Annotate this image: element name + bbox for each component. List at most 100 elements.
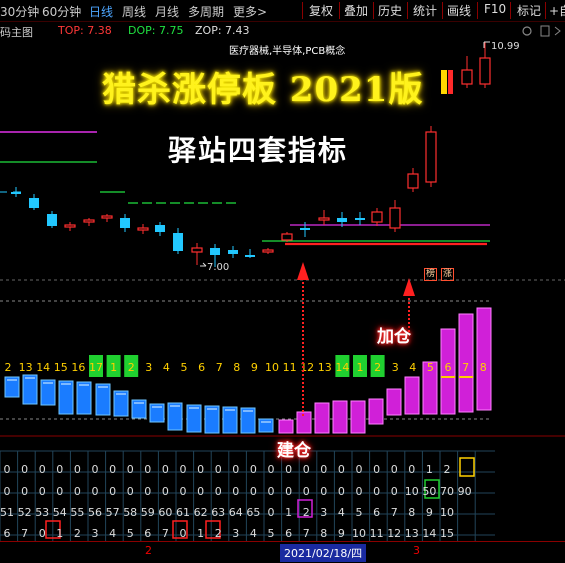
counter-label: 14 [335, 361, 349, 374]
selected-date[interactable]: 2021/02/18/四 [280, 544, 367, 562]
histogram-bar-negative [95, 383, 111, 416]
grid-cell: 5 [267, 527, 275, 540]
counter-label: 1 [357, 361, 364, 374]
histogram-bar-positive [314, 402, 330, 434]
histogram-bar-positive [476, 307, 492, 411]
grid-cell: 0 [232, 485, 240, 498]
month-mark-right: 3 [413, 544, 420, 557]
grid-cell: 65 [246, 506, 261, 519]
histogram-bar-negative [167, 402, 183, 431]
candle [300, 222, 310, 237]
grid-cell: 0 [38, 463, 46, 476]
grid-cell: 0 [267, 506, 275, 519]
counter-label: 2 [5, 361, 12, 374]
grid-cell: 0 [214, 485, 222, 498]
f10-button[interactable]: F10 [481, 1, 509, 19]
grid-cell: 0 [249, 485, 257, 498]
candle [407, 168, 419, 192]
grid-cell: 0 [214, 463, 222, 476]
histogram-bar-negative [222, 406, 238, 434]
grid-cell: 0 [73, 463, 81, 476]
candle [173, 228, 183, 254]
candle [355, 212, 365, 225]
candle [228, 246, 238, 258]
candle [425, 126, 437, 187]
stats-button[interactable]: 统计 [410, 1, 440, 19]
grid-cell: 3 [91, 527, 99, 540]
signal-bar-red [448, 70, 453, 94]
candle [64, 222, 76, 231]
grid-cell: 0 [337, 485, 345, 498]
period-60min[interactable]: 60分钟 [42, 3, 81, 20]
histogram-bar-negative [76, 381, 92, 415]
grid-cell: 4 [109, 527, 117, 540]
counter-label: 14 [36, 361, 50, 374]
overlay-button[interactable]: 叠加 [341, 1, 371, 19]
candle [461, 56, 473, 88]
grid-cell: 4 [337, 506, 345, 519]
grid-cell: 60 [158, 506, 173, 519]
date-axis: 2 2021/02/18/四 3 [0, 541, 565, 563]
counter-label: 3 [145, 361, 152, 374]
candle [479, 42, 491, 88]
grid-cell: 6 [144, 527, 152, 540]
grid-cell: 57 [105, 506, 120, 519]
grid-cell: 2 [302, 506, 310, 519]
grid-cell: 0 [144, 485, 152, 498]
grid-cell: 0 [302, 463, 310, 476]
grid-cell: 6 [3, 527, 11, 540]
grid-cell: 2 [73, 527, 81, 540]
mark-button[interactable]: 标记 [514, 1, 544, 19]
period-monthly[interactable]: 月线 [155, 3, 179, 20]
grid-cell: 0 [126, 485, 134, 498]
candle [318, 210, 330, 225]
histogram-bar-negative [204, 405, 220, 434]
histogram-bar-negative [186, 404, 202, 433]
grid-cell: 0 [179, 485, 187, 498]
grid-cell: 0 [21, 463, 29, 476]
build-arrow [297, 262, 309, 417]
grid-cell: 5 [355, 506, 363, 519]
draw-line-button[interactable]: 画线 [444, 1, 474, 19]
counter-label: 3 [392, 361, 399, 374]
add-position-label: 加仓 [377, 327, 411, 347]
period-30min[interactable]: 30分钟 [0, 3, 39, 20]
grid-cell: 1 [285, 506, 293, 519]
history-button[interactable]: 历史 [375, 1, 405, 19]
period-multi[interactable]: 多周期 [188, 3, 224, 20]
histogram-bar-negative [58, 380, 74, 415]
histogram-bar-negative [22, 374, 38, 405]
grid-cell: 59 [140, 506, 155, 519]
counter-label: 8 [233, 361, 240, 374]
grid-cell: 0 [320, 485, 328, 498]
grid-cell: 0 [408, 463, 416, 476]
candle [262, 248, 274, 254]
promo-title: 猎杀涨停板 2021版 [102, 70, 424, 110]
grid-cell: 0 [355, 463, 363, 476]
counter-label: 6 [445, 361, 452, 374]
candle [137, 224, 149, 234]
adjust-button[interactable]: 复权 [306, 1, 336, 19]
grid-cell: 0 [373, 463, 381, 476]
candle [389, 200, 401, 232]
grid-cell: 53 [35, 506, 50, 519]
grid-highlight [459, 457, 475, 477]
period-more[interactable]: 更多> [233, 3, 267, 20]
grid-cell: 1 [425, 463, 433, 476]
counter-label: 2 [128, 361, 135, 374]
counter-label: 4 [163, 361, 170, 374]
period-daily[interactable]: 日线 [89, 3, 113, 20]
signal-bar-yellow [441, 70, 447, 94]
counter-label: 5 [181, 361, 188, 374]
period-weekly[interactable]: 周线 [122, 3, 146, 20]
grid-cell: 0 [38, 485, 46, 498]
add-custom-button[interactable]: +自 [546, 1, 565, 19]
grid-cell: 70 [440, 485, 454, 498]
histogram-bar-negative [40, 379, 56, 406]
histogram-bar-positive [332, 400, 348, 434]
candle [47, 211, 57, 228]
grid-cell: 63 [211, 506, 226, 519]
grid-cell: 3 [320, 506, 328, 519]
grid-cell: 0 [126, 463, 134, 476]
grid-cell: 7 [161, 527, 169, 540]
